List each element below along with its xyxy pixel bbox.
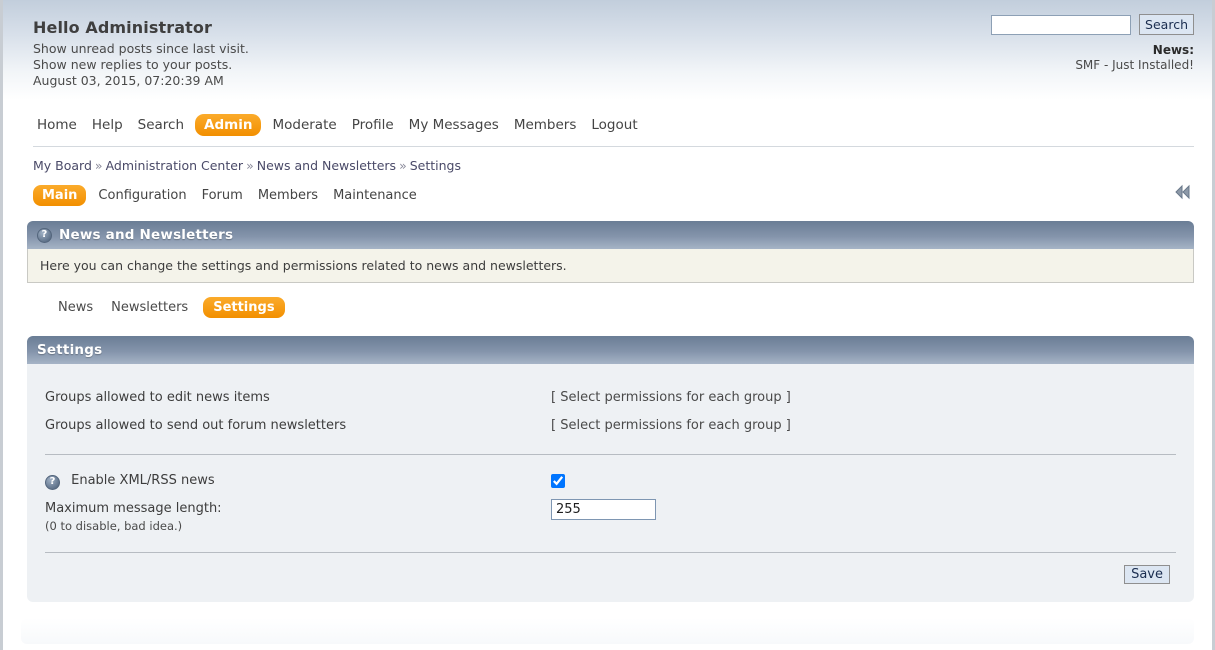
nav-item-label: My Messages bbox=[408, 117, 499, 133]
news-newsletters-header: ? News and Newsletters bbox=[27, 221, 1194, 249]
permissions-link-edit-news[interactable]: [ Select permissions for each group ] bbox=[551, 388, 791, 408]
nav-item-admin[interactable]: Admin bbox=[195, 114, 262, 136]
breadcrumb-separator: » bbox=[399, 158, 407, 173]
main-navigation: Home Help Search Admin Moderate Profile My Mes… bbox=[3, 100, 1212, 140]
save-row: Save bbox=[37, 565, 1184, 584]
settings-panel-header: Settings bbox=[27, 336, 1194, 364]
breadcrumb-item-settings: Settings bbox=[409, 158, 461, 173]
nav-item-label: Search bbox=[137, 117, 185, 133]
max-length-sublabel: (0 to disable, bad idea.) bbox=[45, 519, 183, 533]
nav-item-help[interactable]: Help bbox=[88, 115, 127, 135]
nav-item-profile[interactable]: Profile bbox=[348, 115, 398, 135]
nav-item-my-messages[interactable]: My Messages bbox=[405, 115, 503, 135]
admin-tab-forum[interactable]: Forum bbox=[199, 186, 246, 205]
breadcrumb: My Board» Administration Center» News and … bbox=[33, 158, 1194, 173]
breadcrumb-separator: » bbox=[94, 158, 103, 173]
max-length-input-cell bbox=[551, 499, 656, 520]
nav-item-label: Home bbox=[37, 117, 77, 133]
admin-tabs-list: Main Configuration Forum Members Maintenance bbox=[33, 185, 429, 206]
setting-row-edit-news: Groups allowed to edit news items [ Sele… bbox=[37, 384, 1184, 412]
content-area: ? News and Newsletters Here you can chan… bbox=[27, 221, 1194, 602]
admin-tab-configuration[interactable]: Configuration bbox=[95, 186, 189, 205]
setting-row-enable-rss: ? Enable XML/RSS news bbox=[37, 467, 1184, 495]
search-area: Search bbox=[990, 14, 1194, 35]
question-mark-icon[interactable]: ? bbox=[37, 227, 52, 243]
admin-tab-main[interactable]: Main bbox=[33, 185, 87, 206]
settings-panel-title: Settings bbox=[37, 342, 103, 358]
sub-tab-bar: News Newsletters Settings bbox=[27, 283, 1194, 324]
new-replies-label: Show new replies to your posts. bbox=[33, 57, 233, 72]
search-input[interactable] bbox=[990, 14, 1131, 35]
news-label: News: bbox=[1152, 43, 1194, 57]
nav-item-label: Help bbox=[91, 117, 123, 133]
sub-tab-settings[interactable]: Settings bbox=[203, 297, 285, 318]
setting-label-enable-rss: ? Enable XML/RSS news bbox=[45, 471, 551, 491]
nav-item-label: Moderate bbox=[272, 117, 337, 133]
section-description: Here you can change the settings and per… bbox=[27, 249, 1194, 283]
max-length-label: Maximum message length: bbox=[45, 501, 222, 516]
nav-item-label: Logout bbox=[591, 117, 638, 133]
page-root: Hello Administrator Show unread posts si… bbox=[0, 0, 1215, 650]
nav-item-label: Profile bbox=[351, 117, 394, 133]
site-header: Hello Administrator Show unread posts si… bbox=[3, 0, 1212, 100]
question-mark-icon[interactable]: ? bbox=[45, 474, 60, 490]
admin-tab-members[interactable]: Members bbox=[255, 186, 321, 205]
settings-panel-body: Groups allowed to edit news items [ Sele… bbox=[27, 364, 1194, 602]
max-length-input[interactable] bbox=[551, 499, 656, 520]
settings-divider-bottom bbox=[45, 552, 1176, 553]
setting-label-send-newsletters: Groups allowed to send out forum newslet… bbox=[45, 418, 347, 433]
nav-item-label: Admin bbox=[204, 117, 253, 133]
enable-rss-checkbox[interactable] bbox=[551, 474, 565, 488]
setting-row-max-length: Maximum message length: (0 to disable, b… bbox=[37, 495, 1184, 538]
nav-item-home[interactable]: Home bbox=[33, 115, 81, 135]
settings-divider-top bbox=[45, 454, 1176, 455]
permissions-link-send-newsletters[interactable]: [ Select permissions for each group ] bbox=[551, 416, 791, 436]
current-datetime: August 03, 2015, 07:20:39 AM bbox=[33, 73, 224, 88]
double-chevron-left-icon[interactable] bbox=[1172, 183, 1194, 201]
news-text: SMF - Just Installed! bbox=[1075, 58, 1194, 72]
enable-rss-checkbox-cell bbox=[551, 471, 565, 491]
footer-bar bbox=[21, 618, 1194, 644]
breadcrumb-item-news-and-newsletters[interactable]: News and Newsletters bbox=[257, 158, 396, 173]
sub-tab-newsletters[interactable]: Newsletters bbox=[108, 298, 191, 317]
unread-posts-link[interactable]: Show unread posts since last visit. bbox=[33, 41, 1192, 57]
sub-tab-news[interactable]: News bbox=[55, 298, 96, 317]
save-button[interactable]: Save bbox=[1124, 565, 1170, 584]
setting-row-send-newsletters: Groups allowed to send out forum newslet… bbox=[37, 412, 1184, 440]
breadcrumb-section: My Board» Administration Center» News and … bbox=[33, 146, 1194, 209]
enable-rss-label: Enable XML/RSS news bbox=[71, 473, 215, 488]
nav-item-members[interactable]: Members bbox=[510, 115, 581, 135]
setting-label-edit-news: Groups allowed to edit news items bbox=[45, 390, 270, 405]
news-block: News: SMF - Just Installed! bbox=[1075, 43, 1194, 73]
search-button[interactable]: Search bbox=[1139, 14, 1194, 35]
nav-item-label: Members bbox=[513, 117, 577, 133]
breadcrumb-item-my-board[interactable]: My Board bbox=[33, 158, 92, 173]
unread-posts-label: Show unread posts since last visit. bbox=[33, 41, 249, 56]
new-replies-link[interactable]: Show new replies to your posts. bbox=[33, 57, 1192, 73]
breadcrumb-separator: » bbox=[246, 158, 254, 173]
news-newsletters-title: News and Newsletters bbox=[59, 227, 234, 243]
breadcrumb-item-administration-center[interactable]: Administration Center bbox=[106, 158, 244, 173]
nav-item-search[interactable]: Search bbox=[134, 115, 188, 135]
admin-tab-maintenance[interactable]: Maintenance bbox=[330, 186, 420, 205]
nav-item-moderate[interactable]: Moderate bbox=[268, 115, 340, 135]
setting-label-max-length: Maximum message length: (0 to disable, b… bbox=[45, 499, 551, 534]
admin-tab-bar: Main Configuration Forum Members Maintenance bbox=[33, 183, 1194, 209]
nav-item-logout[interactable]: Logout bbox=[587, 115, 641, 135]
settings-panel: Settings Groups allowed to edit news ite… bbox=[27, 336, 1194, 602]
